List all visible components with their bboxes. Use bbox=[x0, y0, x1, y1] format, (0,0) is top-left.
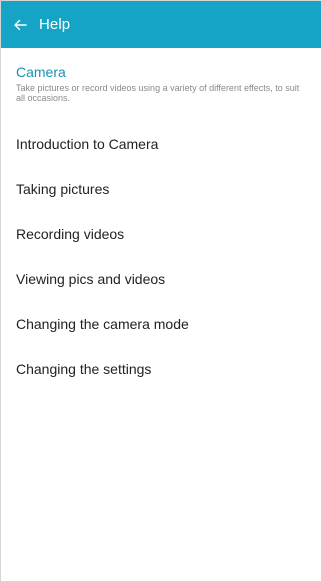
topic-label: Introduction to Camera bbox=[16, 135, 159, 152]
topic-label: Changing the camera mode bbox=[16, 315, 189, 332]
topic-changing-settings[interactable]: Changing the settings bbox=[1, 346, 321, 391]
topic-taking-pictures[interactable]: Taking pictures bbox=[1, 166, 321, 211]
topic-label: Recording videos bbox=[16, 225, 125, 242]
arrow-left-icon bbox=[13, 19, 27, 31]
help-screen: Help Camera Take pictures or record vide… bbox=[0, 0, 322, 582]
topic-label: Changing the settings bbox=[16, 360, 152, 377]
topic-recording-videos[interactable]: Recording videos bbox=[1, 211, 321, 256]
page-title: Help bbox=[39, 16, 71, 33]
section-description: Take pictures or record videos using a v… bbox=[16, 83, 300, 103]
topic-changing-camera-mode[interactable]: Changing the camera mode bbox=[1, 301, 321, 346]
section-title: Camera bbox=[16, 64, 66, 80]
section-header: Camera Take pictures or record videos us… bbox=[16, 64, 306, 103]
app-bar: Help bbox=[1, 1, 321, 48]
topic-viewing-pics-and-videos[interactable]: Viewing pics and videos bbox=[1, 256, 321, 301]
topic-label: Taking pictures bbox=[16, 180, 110, 197]
topic-list: Introduction to Camera Taking pictures R… bbox=[1, 121, 321, 391]
topic-label: Viewing pics and videos bbox=[16, 270, 166, 287]
topic-introduction-to-camera[interactable]: Introduction to Camera bbox=[1, 121, 321, 166]
back-button[interactable] bbox=[3, 1, 37, 48]
